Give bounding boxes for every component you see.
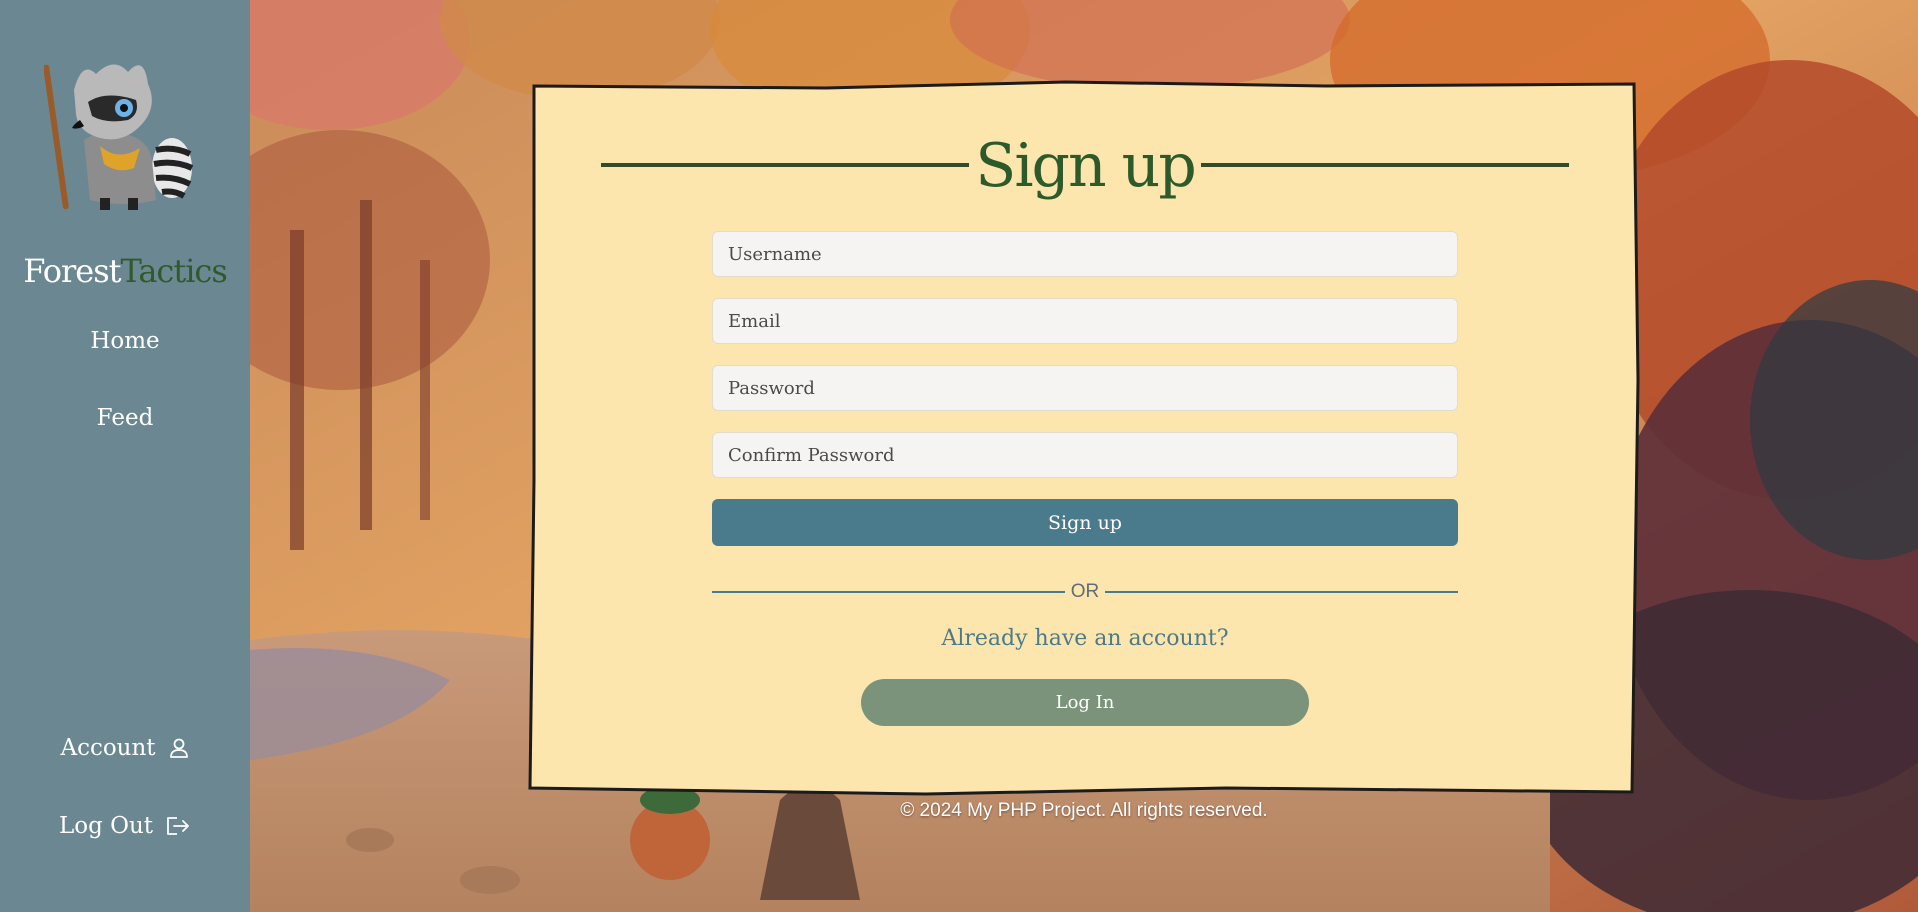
signup-title-row: Sign up — [601, 128, 1569, 204]
signup-button[interactable]: Sign up — [712, 499, 1458, 546]
footer-copyright: © 2024 My PHP Project. All rights reserv… — [900, 800, 1268, 821]
brand-name[interactable]: ForestTactics — [0, 252, 250, 290]
or-line-right — [1105, 591, 1458, 593]
login-button[interactable]: Log In — [861, 679, 1309, 726]
confirm-password-input[interactable] — [712, 432, 1458, 478]
nav-logout-label: Log Out — [58, 813, 154, 839]
logout-icon — [167, 817, 189, 835]
title-divider-right — [1201, 163, 1569, 167]
already-have-account-link[interactable]: Already have an account? — [712, 626, 1458, 651]
user-icon — [169, 738, 188, 758]
nav-home[interactable]: Home — [0, 328, 250, 354]
sidebar: ForestTactics Home Feed Account Log Out — [0, 0, 250, 912]
username-input[interactable] — [712, 231, 1458, 277]
brand-part-forest: Forest — [23, 252, 121, 290]
email-input[interactable] — [712, 298, 1458, 344]
or-divider: OR — [712, 580, 1458, 604]
password-input[interactable] — [712, 365, 1458, 411]
brand-part-tactics: Tactics — [120, 252, 227, 290]
nav-feed[interactable]: Feed — [0, 405, 250, 431]
title-divider-left — [601, 163, 969, 167]
nav-account-label: Account — [60, 735, 156, 761]
raccoon-logo — [44, 64, 194, 210]
nav-account[interactable]: Account — [0, 735, 250, 761]
or-line-left — [712, 591, 1065, 593]
signup-title: Sign up — [975, 131, 1196, 201]
or-label: OR — [1070, 581, 1100, 602]
nav-logout[interactable]: Log Out — [0, 813, 250, 839]
